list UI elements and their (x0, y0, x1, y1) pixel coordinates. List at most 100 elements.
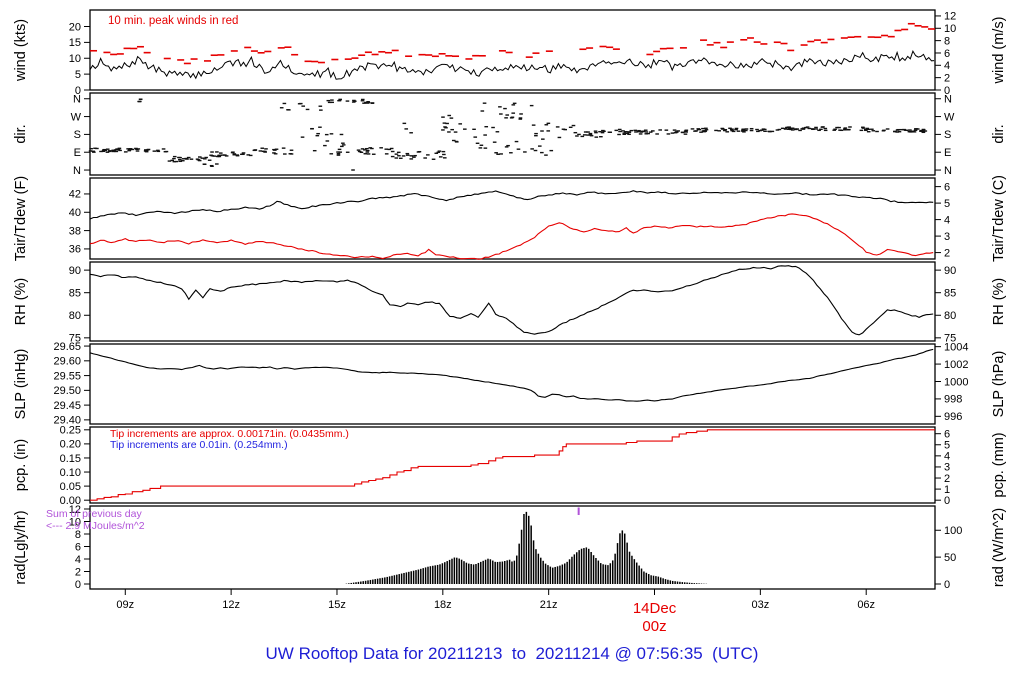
dir-point (617, 133, 621, 136)
dir-point (749, 129, 754, 132)
dir-point (885, 128, 890, 130)
rad-bar (484, 559, 487, 584)
dir-point (721, 128, 725, 130)
tick-label: N (73, 94, 81, 106)
dir-point (843, 128, 847, 130)
dir-point (762, 128, 767, 131)
dir-point (144, 151, 149, 153)
dir-point (531, 124, 536, 126)
dir-point (305, 108, 310, 111)
dir-point (511, 104, 516, 106)
dir-point (540, 130, 544, 132)
dir-point (504, 117, 508, 119)
tick-label: 38 (69, 225, 81, 237)
rad-bar (348, 583, 350, 584)
dir-point (365, 147, 369, 150)
rad-bar (540, 557, 542, 584)
rad-bar (638, 565, 640, 584)
dir-point (670, 132, 675, 134)
dir-point (442, 122, 447, 124)
dir-point (741, 129, 745, 131)
axis-label-right: pcp. (mm) (991, 432, 1007, 497)
dir-point (436, 151, 441, 153)
dir-point (472, 128, 476, 131)
rad-bar (360, 581, 362, 584)
rad-bar (386, 576, 388, 584)
rad-bar (367, 580, 369, 584)
axis-label-left: pcp. (in) (13, 439, 29, 491)
rad-bar (420, 568, 422, 584)
dir-point (509, 152, 513, 154)
axis-label-left: RH (%) (13, 278, 29, 326)
dir-point (89, 147, 93, 150)
dir-point (246, 154, 251, 156)
dir-point (666, 133, 671, 135)
dir-point (402, 122, 407, 125)
rad-bar (621, 530, 624, 584)
axis-label-left: rad(Lgly/hr) (13, 510, 29, 584)
tick-label: 0 (75, 579, 81, 591)
tick-label: 4 (75, 554, 81, 566)
dir-point (345, 100, 350, 102)
rad-bar (499, 561, 501, 584)
annotation: Sum of previous day (46, 508, 142, 520)
rad-bar (635, 562, 638, 584)
dir-point (438, 156, 443, 158)
dir-point (298, 102, 303, 105)
dir-point (371, 153, 376, 155)
rad-bar (408, 571, 410, 584)
axis-label-right: SLP (hPa) (991, 351, 1007, 418)
dir-point (282, 102, 287, 105)
dir-point (326, 99, 331, 102)
dir-point (510, 116, 515, 118)
dir-point (664, 129, 669, 131)
tick-label: N (73, 165, 81, 177)
dir-point (814, 128, 818, 130)
rad-bar (525, 511, 528, 584)
dir-point (658, 129, 662, 131)
dir-point (204, 156, 208, 159)
dir-point (405, 154, 410, 156)
dir-point (394, 153, 399, 155)
dir-point (409, 132, 413, 134)
meteogram-chart: 0 5 10 15 20 0 2 4 6 8 10 12 wind (kts) wind (m/s) 10 … (0, 0, 1024, 640)
tick-label: 100 (944, 525, 962, 537)
tick-label: E (74, 147, 81, 159)
dir-point (896, 128, 901, 131)
rad-bar (631, 555, 633, 584)
dir-point (908, 129, 912, 131)
tick-label: 6 (944, 181, 950, 193)
dir-point (494, 152, 498, 154)
tick-label: N (944, 165, 952, 177)
rad-bar (458, 558, 460, 584)
dir-point (390, 150, 395, 153)
rad-bar (494, 561, 496, 584)
dir-point (240, 153, 244, 156)
rad-bar (444, 562, 446, 584)
dir-point (283, 153, 287, 155)
tick-label: 3 (944, 231, 950, 243)
dir-point (544, 154, 548, 156)
dir-point (325, 140, 330, 142)
dir-point (571, 124, 576, 127)
tick-label: 1000 (944, 376, 968, 388)
dir-point (529, 104, 534, 107)
rad-bar (693, 583, 696, 584)
tick-label: 15 (69, 37, 81, 49)
rad-bar (465, 562, 468, 584)
rad-bar (655, 576, 657, 584)
dir-point (210, 151, 214, 153)
dir-point (561, 128, 566, 130)
dir-point (483, 134, 487, 136)
dir-point (185, 158, 189, 160)
dir-point (534, 132, 538, 135)
dir-point (614, 129, 619, 132)
dir-point (360, 100, 365, 102)
tick-label: E (944, 147, 951, 159)
dir-point (330, 101, 334, 104)
rad-bar (405, 572, 408, 584)
rad-bar (611, 560, 614, 584)
dir-point (622, 133, 627, 135)
dir-point (102, 149, 106, 151)
dir-point (384, 153, 389, 155)
